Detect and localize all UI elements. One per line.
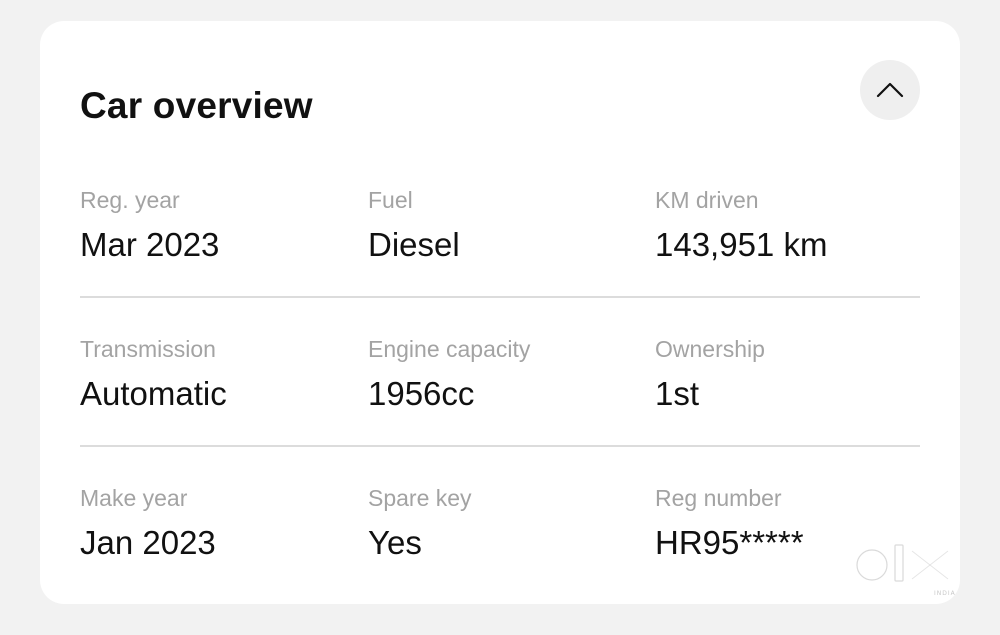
detail-value: Mar 2023 (80, 226, 220, 263)
car-overview-card: Car overview Reg. year Mar 2023 Fuel Die… (40, 21, 960, 604)
detail-reg-year: Reg. year Mar 2023 (80, 187, 219, 263)
detail-value: Yes (368, 524, 422, 561)
detail-label: Fuel (368, 187, 413, 213)
collapse-button[interactable] (860, 60, 920, 120)
row-divider (80, 296, 920, 298)
details-row: Make year Jan 2023 Spare key Yes Reg num… (80, 485, 920, 561)
detail-make-year: Make year Jan 2023 (80, 485, 216, 561)
detail-label: Make year (80, 485, 188, 511)
detail-fuel: Fuel Diesel (368, 187, 460, 263)
detail-value: Diesel (368, 226, 460, 263)
detail-label: KM driven (655, 187, 759, 213)
detail-label: Engine capacity (368, 336, 531, 362)
detail-transmission: Transmission Automatic (80, 336, 227, 412)
detail-label: Transmission (80, 336, 216, 362)
detail-label: Ownership (655, 336, 765, 362)
details-row: Transmission Automatic Engine capacity 1… (80, 336, 920, 412)
detail-label: Spare key (368, 485, 472, 511)
detail-engine-capacity: Engine capacity 1956cc (368, 336, 530, 412)
chevron-up-icon (875, 75, 905, 105)
detail-reg-number: Reg number HR95***** (655, 485, 804, 561)
detail-value: 1956cc (368, 375, 475, 412)
detail-value: 1st (655, 375, 700, 412)
detail-value: HR95***** (655, 524, 804, 561)
detail-value: Automatic (80, 375, 227, 412)
detail-label: Reg number (655, 485, 782, 511)
detail-km-driven: KM driven 143,951 km (655, 187, 827, 263)
detail-spare-key: Spare key Yes (368, 485, 472, 561)
details-row: Reg. year Mar 2023 Fuel Diesel KM driven… (80, 187, 920, 263)
row-divider (80, 445, 920, 447)
svg-text:INDIA: INDIA (934, 590, 956, 597)
card-title: Car overview (80, 85, 313, 126)
detail-label: Reg. year (80, 187, 180, 213)
detail-ownership: Ownership 1st (655, 336, 765, 412)
detail-value: 143,951 km (655, 226, 828, 263)
olx-watermark-logo: INDIA (853, 544, 956, 597)
detail-value: Jan 2023 (80, 524, 216, 561)
